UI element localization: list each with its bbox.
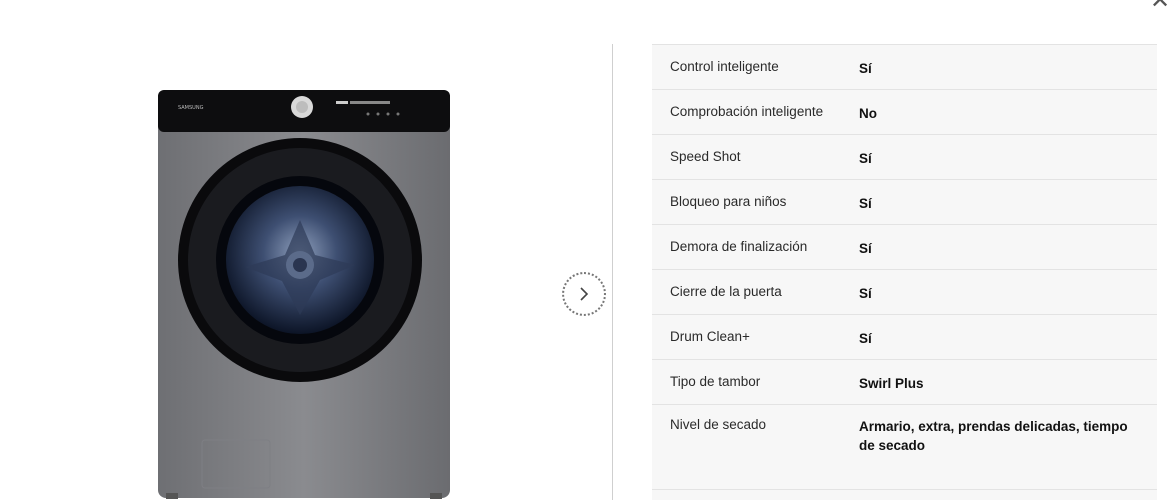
panel-divider <box>612 44 613 500</box>
next-image-button[interactable] <box>562 272 606 316</box>
spec-value: Sí <box>859 196 872 211</box>
spec-row: Drum Clean+ Sí <box>652 314 1157 359</box>
spec-label: Drum Clean+ <box>670 329 750 344</box>
spec-row: Comprobación inteligente No <box>652 89 1157 134</box>
spec-row: Control inteligente Sí <box>652 44 1157 89</box>
spec-row: Demora de finalización Sí <box>652 224 1157 269</box>
spec-row: Bloqueo para niños Sí <box>652 179 1157 224</box>
spec-value: No <box>859 106 877 121</box>
spec-row: Cierre de la puerta Sí <box>652 269 1157 314</box>
spec-label: Tipo de tambor <box>670 374 761 389</box>
spec-row: Tipo de tambor Swirl Plus <box>652 359 1157 404</box>
close-button[interactable]: ✕ <box>1146 0 1168 14</box>
brand-logo: SAMSUNG <box>178 105 204 111</box>
spec-table: Control inteligente Sí Comprobación inte… <box>652 44 1157 490</box>
close-icon: ✕ <box>1149 0 1168 14</box>
spec-value: Sí <box>859 61 872 76</box>
spec-label: Nivel de secado <box>670 417 767 432</box>
chevron-right-icon <box>580 287 589 301</box>
spec-value: Sí <box>859 286 872 301</box>
spec-label: Cierre de la puerta <box>670 284 782 299</box>
specs-panel: Control inteligente Sí Comprobación inte… <box>652 44 1157 500</box>
spec-label: Speed Shot <box>670 149 741 164</box>
spec-value: Sí <box>859 151 872 166</box>
spec-label: Comprobación inteligente <box>670 104 824 119</box>
spec-row: Nivel de secado Armario, extra, prendas … <box>652 404 1157 490</box>
product-image-area: SAMSUNG <box>0 0 560 500</box>
spec-label: Demora de finalización <box>670 239 808 254</box>
spec-label: Bloqueo para niños <box>670 194 787 209</box>
washer-image: SAMSUNG <box>158 90 450 499</box>
spec-value: Sí <box>859 331 872 346</box>
spec-value: Swirl Plus <box>859 376 924 391</box>
spec-label: Control inteligente <box>670 59 779 74</box>
spec-row: Speed Shot Sí <box>652 134 1157 179</box>
spec-value: Armario, extra, prendas delicadas, tiemp… <box>859 419 1128 453</box>
spec-value: Sí <box>859 241 872 256</box>
